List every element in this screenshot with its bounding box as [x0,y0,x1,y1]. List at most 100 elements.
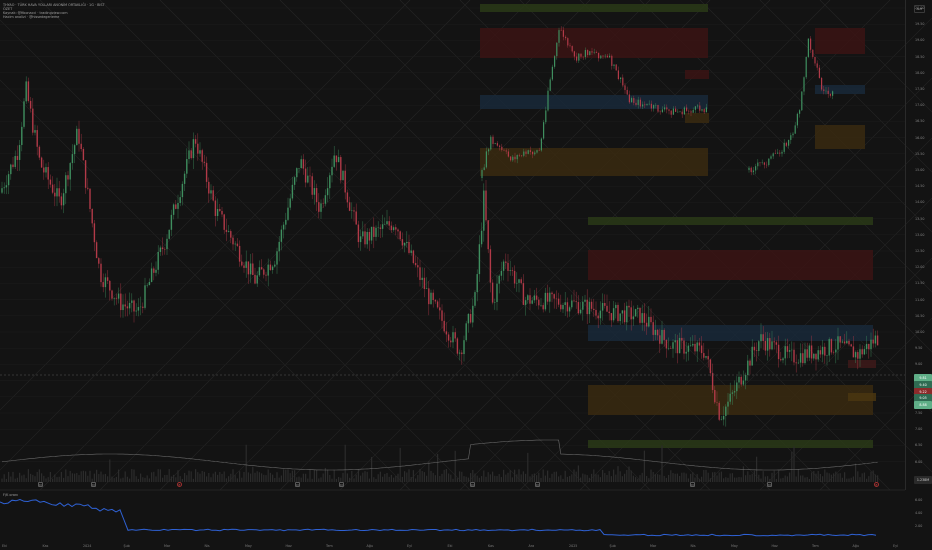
inset-body [818,67,820,78]
volume-bar [681,472,683,482]
volume-bar [448,473,450,482]
volume-bar [21,475,23,482]
volume-bar [566,476,568,482]
volume-bar [366,471,368,482]
volume-bar [221,473,223,482]
volume-bar [503,469,505,482]
time-axis-label: Şub [123,544,130,548]
candle-body [335,155,338,163]
grid-line [699,0,932,233]
volume-bar [258,472,260,482]
candle-body [817,350,819,360]
inset-body [481,170,483,178]
volume-bar [505,474,507,482]
volume-bar [322,473,324,482]
candle-body [676,340,679,354]
volume-bar [16,477,18,482]
volume-bar [371,457,373,482]
event-marker[interactable]: E [874,482,879,487]
volume-bar [597,474,599,482]
candle-body [16,156,19,160]
volume-bar [533,473,535,482]
volume-bar [173,474,175,482]
candle-body [469,313,472,323]
candle-body [637,307,639,310]
candle-body [194,139,197,144]
volume-bar [703,470,705,482]
volume-bar [498,474,500,482]
candle-body [419,267,421,280]
event-marker[interactable]: D [470,482,475,487]
time-axis-label: Kas [488,544,494,548]
volume-bar [654,474,656,482]
time-axis-label: Tem [326,544,333,548]
candle-body [586,299,588,315]
candle-body [87,187,89,189]
candle-body [476,274,478,293]
volume-bar [692,472,694,482]
candle-body [661,329,663,344]
volume-bar [432,472,434,482]
volume-bar [672,473,674,482]
volume-bar [23,474,25,482]
volume-bar [520,474,522,482]
event-marker[interactable]: E [177,482,182,487]
inset-body [807,38,809,57]
volume-bar [742,466,744,482]
candle-body [49,179,52,185]
candle-body [769,338,771,350]
volume-bar [800,475,802,482]
volume-bar [756,456,758,482]
price-chart[interactable]: THYAO · TÜRK HAVA YOLLARI ANONİM ORTAKLI… [0,0,932,550]
candle-body [553,294,555,299]
time-axis-label: Eki [447,544,453,548]
indicator-scale-label: 6.00 [915,498,923,502]
candle-body [212,190,214,201]
volume-bar [294,470,296,482]
volume-bar [137,478,139,482]
time-axis-label: Nis [204,544,210,548]
volume-bar [740,477,742,482]
candle-body [346,192,349,203]
volume-bar [159,469,161,482]
candle-body [502,261,505,271]
price-chart-canvas[interactable] [0,0,932,550]
volume-bar [749,474,751,482]
volume-bar [811,472,813,482]
candle-body [252,263,254,275]
price-scale-label: 14.00 [915,200,925,205]
candle-body [56,188,58,197]
event-marker[interactable]: D [38,482,43,487]
candle-body [830,339,833,353]
volume-bar [140,473,142,482]
inset-body [785,142,787,146]
candle-body [584,299,586,302]
candle-body [161,247,164,250]
candle-body [390,225,393,231]
candle-body [509,270,511,271]
inset-body [701,109,703,111]
candle-body [318,202,320,212]
volume-bar [157,469,159,482]
candle-body [674,340,676,343]
volume-bar [274,478,276,482]
inset-body [779,152,781,154]
candle-body [450,340,452,343]
event-marker[interactable]: D [535,482,540,487]
volume-bar [38,469,40,482]
candle-body [861,349,863,355]
candle-body [819,350,822,355]
volume-bar [395,476,397,482]
event-marker[interactable]: D [690,482,695,487]
event-marker[interactable]: D [339,482,344,487]
event-marker[interactable]: D [295,482,300,487]
candle-body [494,302,496,303]
event-marker[interactable]: D [91,482,96,487]
event-marker[interactable]: D [767,482,772,487]
candle-body [331,166,333,176]
volume-bar [388,476,390,482]
volume-bar [833,473,835,482]
inset-body [803,77,805,92]
candle-body [478,244,481,275]
inset-body [620,77,622,80]
